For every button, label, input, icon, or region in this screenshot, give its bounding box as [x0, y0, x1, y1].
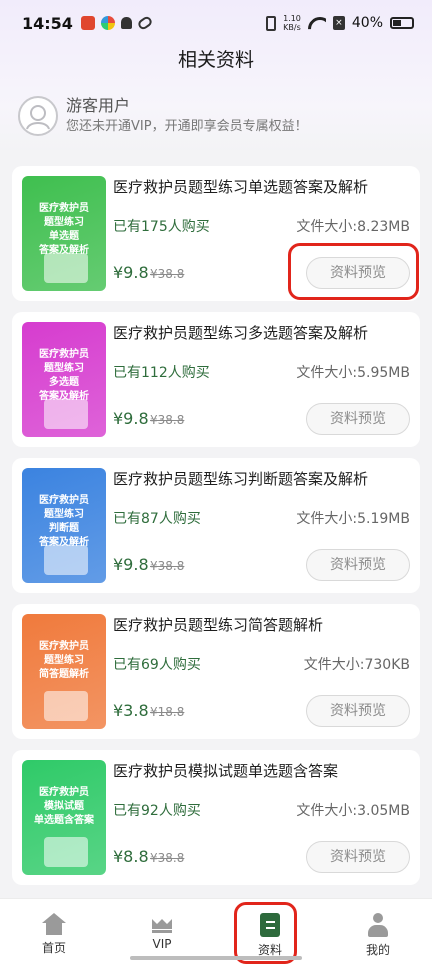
- cover-text: 单选题含答案: [34, 815, 94, 826]
- network-speed-value: 1.10: [283, 14, 301, 23]
- original-price: ¥38.8: [150, 413, 185, 427]
- bell-icon: [120, 17, 132, 29]
- material-list: 医疗救护员 题型练习 单选题 答案及解析 医疗救护员题型练习单选题答案及解析 已有175人…: [12, 166, 420, 896]
- material-title: 医疗救护员题型练习单选题答案及解析: [113, 178, 369, 196]
- purchase-count: 已有87人购买: [113, 511, 201, 527]
- home-icon: [42, 913, 66, 935]
- nav-vip[interactable]: VIP: [108, 899, 216, 964]
- purchase-count: 已有112人购买: [113, 365, 210, 381]
- cover-text: 多选题: [49, 377, 79, 388]
- page-title: 相关资料: [177, 49, 254, 71]
- cover-thumbnail[interactable]: 医疗救护员题型练习简答题解析: [22, 614, 106, 729]
- link-icon: [136, 14, 154, 32]
- avatar[interactable]: [18, 96, 58, 136]
- material-title: 医疗救护员题型练习判断题答案及解析: [113, 470, 369, 488]
- file-size: 文件大小:730KB: [303, 657, 410, 673]
- cover-text: 医疗救护员: [39, 787, 89, 798]
- cover-illustration: [44, 691, 88, 721]
- cover-text: 单选题: [49, 231, 79, 242]
- cover-illustration: [44, 837, 88, 867]
- file-size: 文件大小:5.95MB: [296, 365, 410, 381]
- colorful-app-icon: [100, 16, 115, 30]
- preview-button[interactable]: 资料预览: [306, 403, 410, 435]
- purchase-count: 已有69人购买: [113, 657, 201, 673]
- network-speed: 1.10 KB/s: [283, 14, 301, 32]
- cover-text: 判断题: [49, 523, 79, 534]
- file-size: 文件大小:8.23MB: [296, 219, 410, 235]
- vip-hint: 您还未开通VIP，开通即享会员专属权益！: [66, 119, 308, 134]
- preview-button[interactable]: 资料预览: [306, 549, 410, 581]
- cover-text: 医疗救护员: [39, 495, 89, 506]
- original-price: ¥38.8: [150, 559, 185, 573]
- preview-button[interactable]: 资料预览: [306, 841, 410, 873]
- home-indicator: [130, 956, 302, 960]
- cover-text: 模拟试题: [44, 801, 84, 812]
- cover-thumbnail[interactable]: 医疗救护员模拟试题单选题含答案: [22, 760, 106, 875]
- app-notification-icon: [80, 16, 95, 30]
- material-card[interactable]: 医疗救护员 模拟试题 单选题含答案 医疗救护员模拟试题单选题含答案 已有92人购买 文件大…: [12, 750, 420, 885]
- cover-text: 医疗救护员: [39, 203, 89, 214]
- purchase-count: 已有92人购买: [113, 803, 201, 819]
- material-card[interactable]: 医疗救护员 题型练习 多选题 答案及解析 医疗救护员题型练习多选题答案及解析 已有112人…: [12, 312, 420, 447]
- material-title: 医疗救护员模拟试题单选题含答案: [113, 762, 339, 780]
- material-title: 医疗救护员题型练习简答题解析: [113, 616, 324, 634]
- bottom-nav: 首页 VIP 资料 我的: [0, 898, 432, 964]
- preview-button[interactable]: 资料预览: [306, 257, 410, 289]
- cover-text: 题型练习: [44, 509, 84, 520]
- cover-text: 题型练习: [44, 655, 84, 666]
- network-speed-unit: KB/s: [283, 23, 301, 32]
- cover-text: 简答题解析: [39, 669, 89, 680]
- price: ¥9.8: [113, 409, 149, 428]
- user-avatar-icon: [26, 105, 50, 130]
- cover-text: 医疗救护员: [39, 641, 89, 652]
- cover-thumbnail[interactable]: 医疗救护员 题型练习 单选题 答案及解析: [22, 176, 106, 291]
- user-info[interactable]: 游客用户 您还未开通VIP，开通即享会员专属权益！: [18, 92, 418, 140]
- battery-percent: 40%: [351, 15, 383, 31]
- user-name: 游客用户: [66, 96, 131, 115]
- vibrate-icon: [266, 15, 277, 31]
- cover-thumbnail[interactable]: 医疗救护员 题型练习 判断题 答案及解析: [22, 468, 106, 583]
- material-title: 医疗救护员题型练习多选题答案及解析: [113, 324, 369, 342]
- material-card[interactable]: 医疗救护员 题型练习 简答题解析 医疗救护员题型练习简答题解析 已有69人购买 文件大小:…: [12, 604, 420, 739]
- cover-thumbnail[interactable]: 医疗救护员 题型练习 多选题 答案及解析: [22, 322, 106, 437]
- nav-home-label: 首页: [41, 941, 66, 955]
- no-sim-icon: ×: [332, 16, 345, 30]
- nav-me[interactable]: 我的: [324, 899, 432, 964]
- document-icon: [260, 913, 280, 937]
- battery-icon: [390, 17, 414, 29]
- crown-icon: [150, 913, 174, 933]
- person-icon: [367, 913, 389, 937]
- cover-illustration: [44, 399, 88, 429]
- material-card[interactable]: 医疗救护员 题型练习 判断题 答案及解析 医疗救护员题型练习判断题答案及解析 已有87人购…: [12, 458, 420, 593]
- cover-illustration: [44, 545, 88, 575]
- status-time: 14:54: [22, 13, 73, 33]
- purchase-count: 已有175人购买: [113, 219, 210, 235]
- cover-text: 医疗救护员: [39, 349, 89, 360]
- price: ¥9.8: [113, 555, 149, 574]
- nav-home[interactable]: 首页: [0, 899, 108, 964]
- wifi-icon: [308, 17, 326, 30]
- file-size: 文件大小:5.19MB: [296, 511, 410, 527]
- cover-text: 题型练习: [44, 217, 84, 228]
- file-size: 文件大小:3.05MB: [296, 803, 410, 819]
- nav-vip-label: VIP: [152, 937, 172, 951]
- original-price: ¥38.8: [150, 851, 185, 865]
- original-price: ¥38.8: [150, 267, 185, 281]
- nav-me-label: 我的: [365, 943, 390, 957]
- cover-text: 题型练习: [44, 363, 84, 374]
- price: ¥9.8: [113, 263, 149, 282]
- nav-docs[interactable]: 资料: [216, 899, 324, 964]
- price: ¥3.8: [113, 701, 149, 720]
- preview-button[interactable]: 资料预览: [306, 695, 410, 727]
- price: ¥8.8: [113, 847, 149, 866]
- cover-illustration: [44, 253, 88, 283]
- original-price: ¥18.8: [150, 705, 185, 719]
- material-card[interactable]: 医疗救护员 题型练习 单选题 答案及解析 医疗救护员题型练习单选题答案及解析 已有175人…: [12, 166, 420, 301]
- status-bar: 14:54 1.10 KB/s × 40%: [0, 0, 432, 46]
